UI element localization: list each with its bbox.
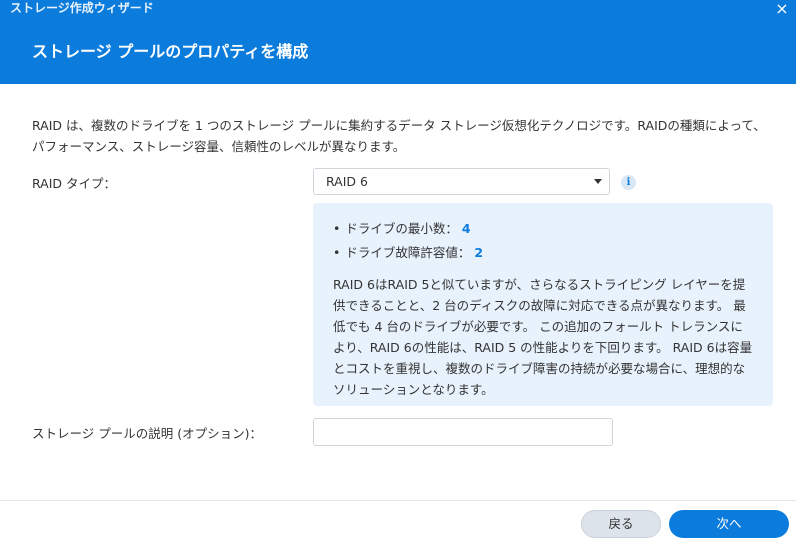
footer-divider bbox=[0, 500, 796, 501]
page-title: ストレージ プールのプロパティを構成 bbox=[32, 42, 309, 61]
bullet-icon: • bbox=[333, 245, 341, 260]
pool-description-label: ストレージ プールの説明 (オプション)： bbox=[32, 426, 262, 441]
min-drives-value: 4 bbox=[461, 221, 471, 236]
wizard-header: ストレージ作成ウィザード × ストレージ プールのプロパティを構成 bbox=[0, 0, 796, 84]
fault-tolerance-value: 2 bbox=[474, 245, 484, 260]
info-icon[interactable]: i bbox=[621, 175, 636, 190]
chevron-down-icon bbox=[594, 179, 602, 184]
min-drives-item: • ドライブの最小数： 4 bbox=[333, 221, 471, 237]
close-icon[interactable]: × bbox=[774, 1, 790, 17]
back-button[interactable]: 戻る bbox=[581, 510, 661, 538]
next-button[interactable]: 次へ bbox=[669, 510, 789, 538]
raid-type-selected-value: RAID 6 bbox=[326, 174, 368, 189]
raid-type-explanation: RAID 6はRAID 5と似ていますが、さらなるストライピング レイヤーを提供… bbox=[333, 277, 753, 397]
bullet-icon: • bbox=[333, 221, 341, 236]
raid-description: RAID は、複数のドライブを 1 つのストレージ プールに集約するデータ スト… bbox=[32, 118, 766, 154]
raid-type-label: RAID タイプ： bbox=[32, 176, 117, 191]
min-drives-label: ドライブの最小数： bbox=[345, 221, 458, 236]
raid-type-select[interactable]: RAID 6 bbox=[313, 168, 610, 195]
raid-info-panel: • ドライブの最小数： 4 • ドライブ故障許容値： 2 RAID 6はRAID 5と似… bbox=[313, 203, 773, 406]
fault-tolerance-item: • ドライブ故障許容値： 2 bbox=[333, 245, 483, 261]
window-title: ストレージ作成ウィザード bbox=[10, 1, 154, 15]
pool-description-input[interactable] bbox=[313, 418, 613, 446]
fault-tolerance-label: ドライブ故障許容値： bbox=[345, 245, 471, 260]
